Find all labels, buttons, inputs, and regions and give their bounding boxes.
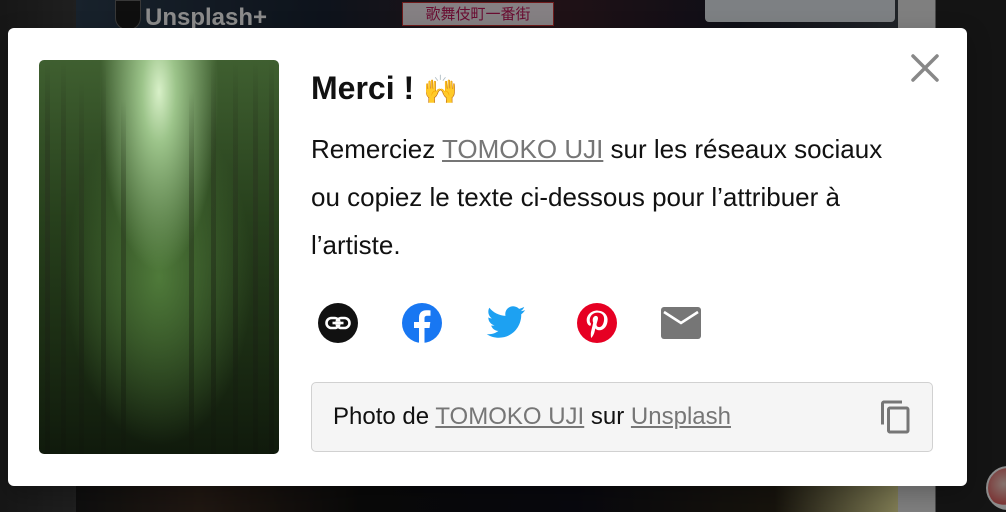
email-icon [661, 307, 701, 339]
modal-title-text: Merci ! [311, 70, 415, 106]
email-share-button[interactable] [660, 302, 702, 344]
description-before: Remerciez [311, 134, 443, 164]
modal-title: Merci ! 🙌 [311, 70, 458, 107]
facebook-icon [402, 303, 442, 343]
facebook-share-button[interactable] [401, 302, 443, 344]
citation-site-link[interactable]: Unsplash [631, 403, 731, 430]
citation-photographer-link[interactable]: TOMOKO UJI [435, 403, 584, 430]
modal-description: Remerciez TOMOKO UJI sur les réseaux soc… [311, 125, 911, 269]
pinterest-share-button[interactable] [576, 302, 618, 344]
citation-text: Photo de TOMOKO UJI sur Unsplash [333, 403, 731, 431]
citation-box[interactable]: Photo de TOMOKO UJI sur Unsplash [311, 382, 933, 452]
photographer-link[interactable]: TOMOKO UJI [442, 134, 603, 164]
twitter-share-button[interactable] [485, 302, 527, 344]
photo-thumbnail [39, 60, 279, 454]
copy-icon [881, 400, 910, 434]
copy-citation-button[interactable] [878, 399, 914, 435]
thanks-modal: Merci ! 🙌 Remerciez TOMOKO UJI sur les r… [8, 28, 967, 486]
close-icon [911, 54, 939, 82]
citation-middle: sur [584, 403, 631, 430]
raising-hands-icon: 🙌 [423, 73, 458, 106]
copy-link-button[interactable] [317, 302, 359, 344]
pinterest-icon [577, 303, 617, 343]
twitter-icon [486, 306, 526, 338]
close-button[interactable] [905, 48, 945, 88]
link-icon [318, 303, 358, 343]
citation-prefix: Photo de [333, 403, 436, 430]
